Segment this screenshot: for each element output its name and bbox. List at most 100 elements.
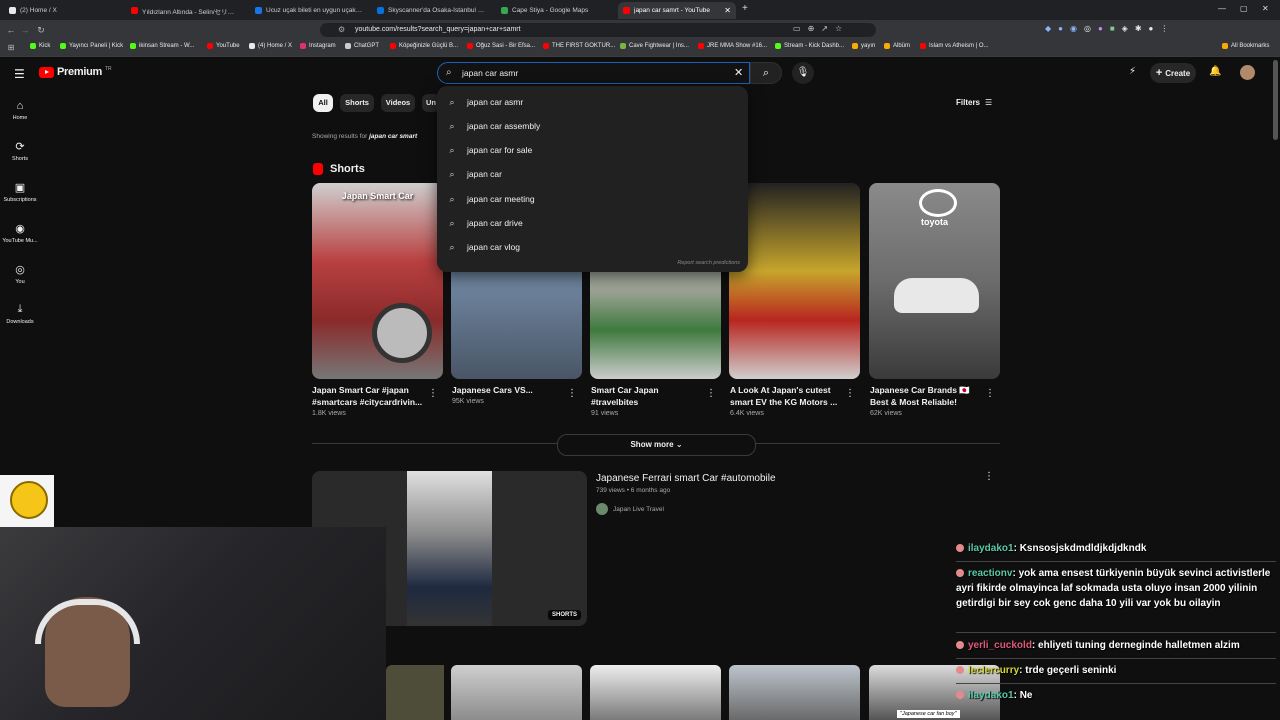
suggestion-item[interactable]: ⌕ japan car drive	[437, 212, 748, 234]
more-actions-icon[interactable]: ⋮	[567, 388, 577, 399]
notifications-bell-icon[interactable]: 🔔	[1209, 66, 1221, 77]
bookmark-item[interactable]: THE FIRST GOKTUR...	[543, 43, 615, 49]
zoom-icon[interactable]: ⊕	[808, 24, 815, 33]
short-thumbnail[interactable]	[729, 665, 860, 720]
site-info-icon[interactable]: ⚙	[338, 23, 345, 37]
minimize-icon[interactable]: —	[1218, 4, 1226, 13]
bookmark-item[interactable]: YouTube	[207, 43, 240, 49]
bookmark-item[interactable]: Oğuz Sasi - Bir Efsa...	[467, 43, 535, 49]
suggestion-item[interactable]: ⌕ japan car	[437, 163, 748, 185]
report-predictions-link[interactable]: Report search predictions	[677, 260, 740, 266]
suggestion-item[interactable]: ⌕ japan car meeting	[437, 188, 748, 210]
suggestion-item[interactable]: ⌕ japan car asmr	[437, 91, 748, 113]
share-icon[interactable]: ↗	[821, 24, 828, 33]
search-button[interactable]: ⌕	[750, 62, 782, 84]
filters-button[interactable]: Filters ☰	[956, 98, 992, 107]
browser-tab[interactable]: (2) Home / X	[4, 2, 122, 19]
bookmark-item[interactable]: JRE MMA Show #16...	[698, 43, 767, 49]
short-thumbnail[interactable]	[386, 665, 444, 720]
browser-tab-active[interactable]: japan car samrt - YouTube ✕	[618, 2, 736, 19]
clear-search-icon[interactable]: ✕	[734, 66, 743, 79]
short-thumbnail[interactable]: toyota	[869, 183, 1000, 379]
bookmark-item[interactable]: Instagram	[300, 43, 336, 49]
bookmark-item[interactable]: Yayıncı Paneli | Kick	[60, 43, 123, 49]
bookmark-item[interactable]: Stream - Kick Dashb...	[775, 43, 844, 49]
create-button[interactable]: + Create	[1150, 63, 1196, 83]
back-arrow-icon[interactable]: ←	[6, 25, 16, 35]
browser-tab[interactable]: Ucuz uçak bileti en uygun uçak bilet	[250, 2, 368, 19]
bookmark-item[interactable]: Köpeğinizle Güçlü B...	[390, 43, 458, 49]
video-title[interactable]: Japanese Ferrari smart Car #automobile	[596, 473, 776, 484]
sidebar-item-downloads[interactable]: ⤓ Downloads	[0, 303, 40, 325]
more-actions-icon[interactable]: ⋮	[706, 388, 716, 399]
all-bookmarks[interactable]: All Bookmarks	[1222, 43, 1269, 49]
reload-icon[interactable]: ↻	[36, 25, 46, 35]
extension-icon[interactable]: ◉	[1070, 24, 1077, 33]
menu-kebab-icon[interactable]: ⋮	[1160, 24, 1168, 33]
sidebar-item-music[interactable]: ◉ YouTube Mu...	[0, 222, 40, 244]
extension-icon[interactable]: ◈	[1122, 24, 1128, 33]
browser-tab[interactable]: Cape Stiya - Google Maps	[496, 2, 614, 19]
chat-message: ilaydako1: Ksnsosjskdmdldjkdjdkndk	[956, 541, 1276, 556]
sidebar-item-home[interactable]: ⌂ Home	[0, 100, 40, 121]
cast-icon[interactable]: ⚡	[1129, 66, 1136, 77]
short-title[interactable]: Japanese Car Brands 🇯🇵 Best & Most Relia…	[870, 384, 982, 408]
sidebar-item-you[interactable]: ◎ You	[0, 263, 40, 285]
chip-all[interactable]: All	[313, 94, 333, 112]
hamburger-menu-icon[interactable]: ☰	[14, 67, 25, 81]
forward-arrow-icon[interactable]: →	[20, 25, 30, 35]
short-title[interactable]: Smart Car Japan #travelbites	[591, 384, 703, 408]
bookmark-item[interactable]: ikinsan Stream - W...	[130, 43, 194, 49]
short-thumbnail[interactable]	[451, 665, 582, 720]
more-actions-icon[interactable]: ⋮	[984, 471, 994, 482]
bookmark-item[interactable]: Cave Fightwear | Ins...	[620, 43, 689, 49]
apps-grid-icon[interactable]: ⊞	[6, 43, 16, 53]
bookmark-folder[interactable]: Albüm	[884, 43, 910, 49]
short-title[interactable]: Japan Smart Car #japan #smartcars #cityc…	[312, 384, 424, 408]
extension-icon[interactable]: ●	[1098, 24, 1103, 33]
short-title[interactable]: Japanese Cars VS...	[452, 384, 564, 396]
suggestion-item[interactable]: ⌕ japan car for sale	[437, 139, 748, 161]
extension-icon[interactable]: ◆	[1045, 24, 1051, 33]
close-tab-icon[interactable]: ✕	[724, 6, 731, 15]
more-actions-icon[interactable]: ⋮	[428, 388, 438, 399]
short-thumbnail[interactable]	[729, 183, 860, 379]
profile-icon[interactable]: ●	[1149, 24, 1154, 33]
more-actions-icon[interactable]: ⋮	[845, 388, 855, 399]
puzzle-icon[interactable]: ✱	[1135, 24, 1142, 33]
more-actions-icon[interactable]: ⋮	[985, 388, 995, 399]
search-input[interactable]: japan car asmr	[462, 68, 518, 78]
sidebar-item-shorts[interactable]: ⟳ Shorts	[0, 140, 40, 162]
bookmark-item[interactable]: Kick	[30, 43, 50, 49]
short-thumbnail[interactable]: Japan Smart Car	[312, 183, 443, 379]
page-scrollbar[interactable]	[1273, 60, 1278, 140]
install-icon[interactable]: ▭	[793, 24, 801, 33]
sidebar-item-subscriptions[interactable]: ▣ Subscriptions	[0, 181, 40, 203]
voice-search-button[interactable]: 🎙	[792, 62, 814, 84]
bookmark-item[interactable]: ChatGPT	[345, 43, 379, 49]
bookmark-star-icon[interactable]: ☆	[835, 24, 842, 33]
extension-icon[interactable]: ◎	[1084, 24, 1091, 33]
short-title[interactable]: A Look At Japan's cutest smart EV the KG…	[730, 384, 842, 408]
suggestion-item[interactable]: ⌕ japan car vlog	[437, 236, 748, 258]
close-window-icon[interactable]: ✕	[1262, 4, 1269, 13]
show-more-button[interactable]: Show more ⌄	[557, 434, 756, 456]
browser-tab[interactable]: Yıldızların Altında - Selin/セリン [cove	[126, 2, 244, 19]
avatar[interactable]	[1240, 65, 1255, 80]
extension-icon[interactable]: ●	[1058, 24, 1063, 33]
search-box[interactable]: ⌕ japan car asmr ✕	[437, 62, 750, 84]
chip-shorts[interactable]: Shorts	[340, 94, 374, 112]
channel-link[interactable]: Japan Live Travel	[596, 503, 664, 515]
short-thumbnail[interactable]	[590, 665, 721, 720]
extension-icon[interactable]: ■	[1110, 24, 1115, 33]
browser-tab[interactable]: Skyscanner'da Osaka-İstanbul arası u	[372, 2, 490, 19]
suggestion-item[interactable]: ⌕ japan car assembly	[437, 115, 748, 137]
new-tab-button[interactable]: +	[742, 3, 748, 14]
bookmark-folder[interactable]: yayın	[852, 43, 875, 49]
youtube-logo[interactable]: Premium TR	[39, 66, 112, 78]
bookmark-item[interactable]: (4) Home / X	[249, 43, 292, 49]
chip-videos[interactable]: Videos	[381, 94, 415, 112]
bookmark-item[interactable]: Islam vs Atheism | O...	[920, 43, 989, 49]
showing-query[interactable]: japan car smart	[369, 133, 417, 140]
maximize-icon[interactable]: ▢	[1240, 4, 1248, 13]
